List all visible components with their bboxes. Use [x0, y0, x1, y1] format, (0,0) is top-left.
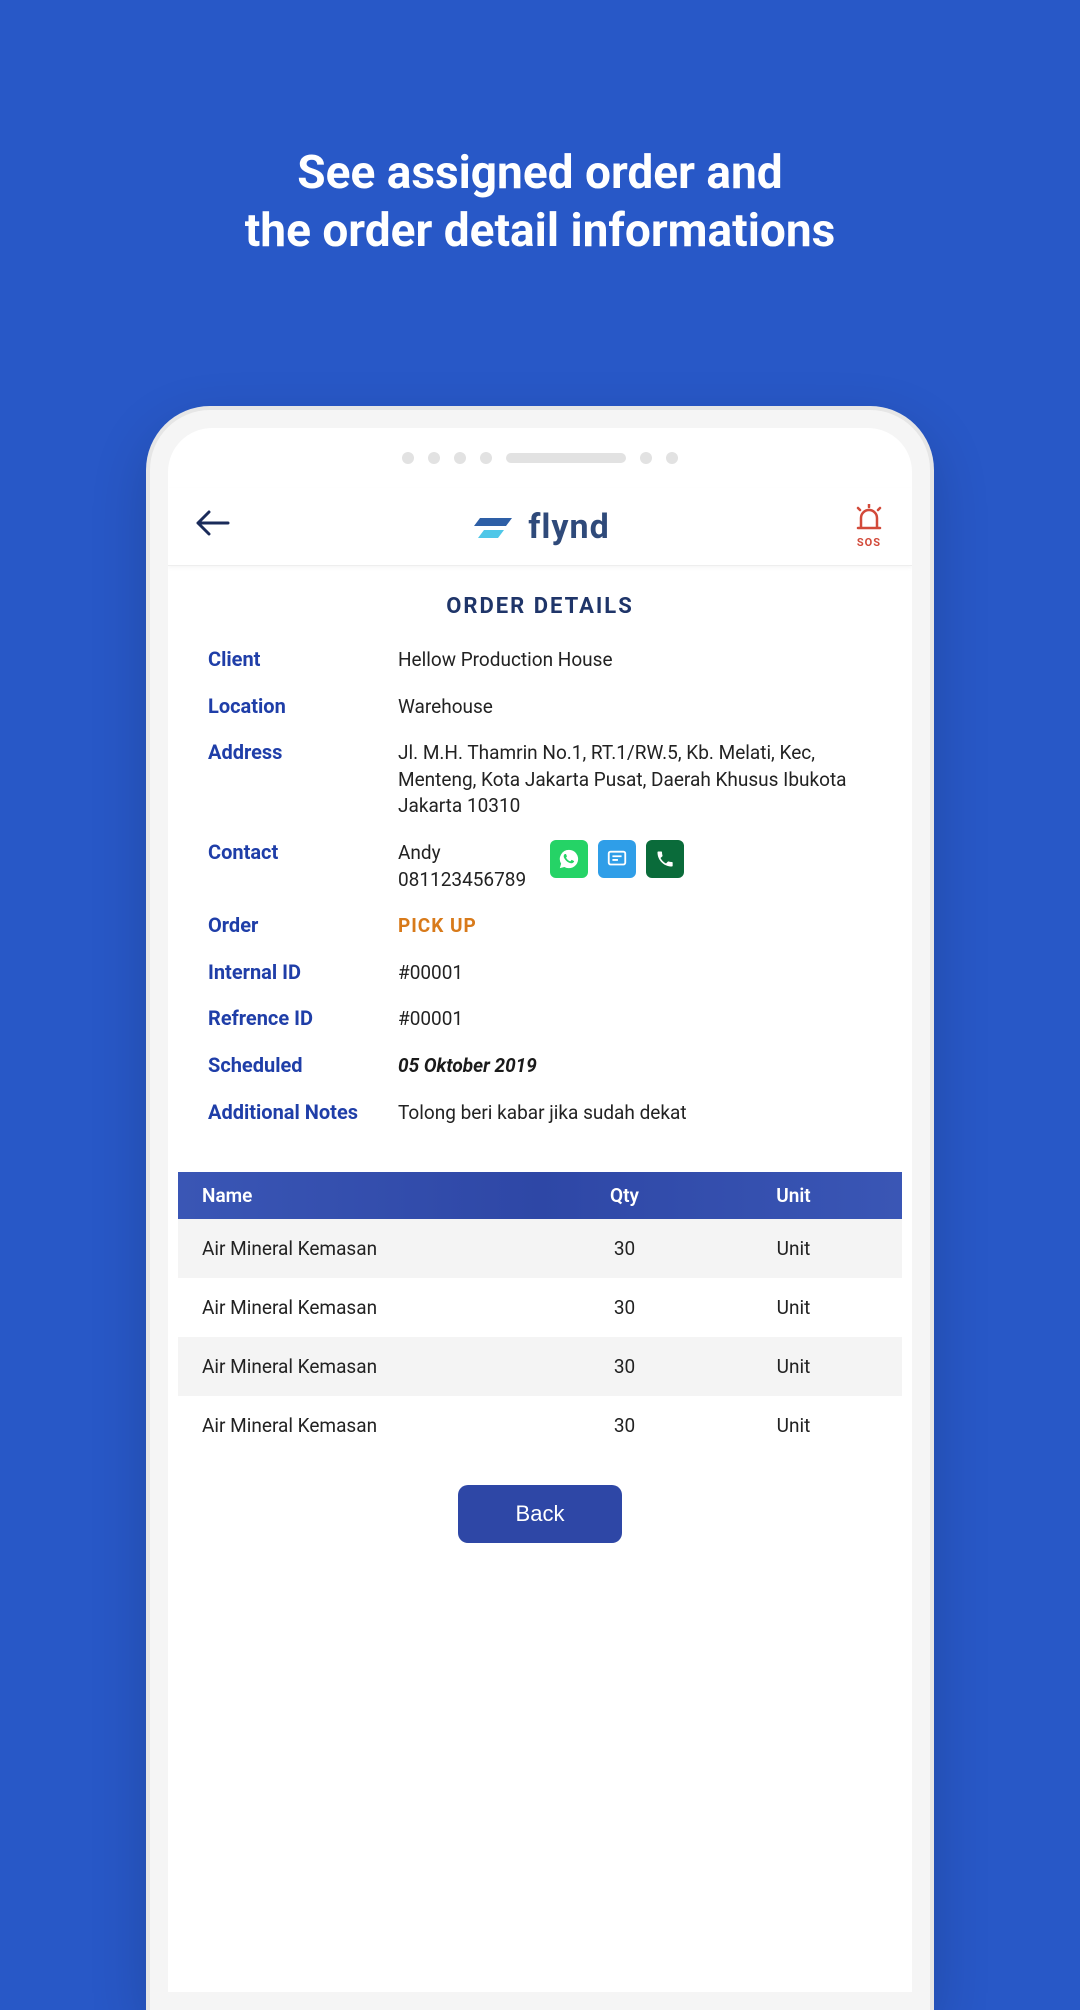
row-notes: Additional Notes Tolong beri kabar jika … — [208, 1090, 872, 1137]
table-row: Air Mineral Kemasan30Unit — [178, 1396, 902, 1455]
sos-button[interactable]: SOS — [854, 504, 884, 549]
promo-heading: See assigned order and the order detail … — [0, 145, 1080, 260]
alarm-icon — [854, 504, 884, 534]
sos-label: SOS — [857, 536, 881, 549]
items-table: Name Qty Unit Air Mineral Kemasan30UnitA… — [168, 1172, 912, 1455]
cell-unit: Unit — [709, 1355, 878, 1378]
value-internal-id: #00001 — [398, 960, 463, 987]
label-contact: Contact — [208, 840, 398, 893]
cell-qty: 30 — [540, 1237, 709, 1260]
phone-screen: flynd SOS ORDER DETAILS Client Hellow Pr… — [168, 428, 912, 1992]
value-contact: Andy 081123456789 — [398, 840, 684, 893]
col-header-name: Name — [202, 1184, 540, 1207]
value-client: Hellow Production House — [398, 647, 613, 674]
value-order-type: PICK UP — [398, 913, 477, 940]
row-client: Client Hellow Production House — [208, 637, 872, 684]
cell-unit: Unit — [709, 1414, 878, 1437]
value-scheduled: 05 Oktober 2019 — [398, 1053, 537, 1080]
row-location: Location Warehouse — [208, 684, 872, 731]
label-client: Client — [208, 647, 398, 674]
message-icon[interactable] — [598, 840, 636, 878]
cell-qty: 30 — [540, 1414, 709, 1437]
row-contact: Contact Andy 081123456789 — [208, 830, 872, 903]
contact-phone: 081123456789 — [398, 867, 526, 894]
cell-unit: Unit — [709, 1296, 878, 1319]
cell-name: Air Mineral Kemasan — [202, 1414, 540, 1437]
col-header-unit: Unit — [709, 1184, 878, 1207]
contact-actions — [550, 840, 684, 878]
col-header-qty: Qty — [540, 1184, 709, 1207]
row-reference-id: Refrence ID #00001 — [208, 996, 872, 1043]
value-address: Jl. M.H. Thamrin No.1, RT.1/RW.5, Kb. Me… — [398, 740, 872, 820]
cell-name: Air Mineral Kemasan — [202, 1296, 540, 1319]
row-scheduled: Scheduled 05 Oktober 2019 — [208, 1043, 872, 1090]
back-button[interactable]: Back — [458, 1485, 623, 1543]
cell-qty: 30 — [540, 1355, 709, 1378]
cell-unit: Unit — [709, 1237, 878, 1260]
value-location: Warehouse — [398, 694, 493, 721]
table-row: Air Mineral Kemasan30Unit — [178, 1337, 902, 1396]
page-title: ORDER DETAILS — [168, 566, 912, 637]
table-row: Air Mineral Kemasan30Unit — [178, 1278, 902, 1337]
label-notes: Additional Notes — [208, 1100, 398, 1127]
label-scheduled: Scheduled — [208, 1053, 398, 1080]
label-address: Address — [208, 740, 398, 820]
phone-frame: flynd SOS ORDER DETAILS Client Hellow Pr… — [150, 410, 930, 2010]
table-row: Air Mineral Kemasan30Unit — [178, 1219, 902, 1278]
cell-name: Air Mineral Kemasan — [202, 1355, 540, 1378]
back-arrow-icon[interactable] — [196, 509, 230, 544]
row-order: Order PICK UP — [208, 903, 872, 950]
phone-sensor-bar — [168, 428, 912, 488]
brand-logo-block: flynd — [474, 507, 609, 547]
whatsapp-icon[interactable] — [550, 840, 588, 878]
row-internal-id: Internal ID #00001 — [208, 950, 872, 997]
promo-line1: See assigned order and — [40, 145, 1040, 203]
value-reference-id: #00001 — [398, 1006, 463, 1033]
label-order: Order — [208, 913, 398, 940]
brand-mark-icon — [474, 510, 518, 544]
app-header: flynd SOS — [168, 488, 912, 566]
label-location: Location — [208, 694, 398, 721]
cell-name: Air Mineral Kemasan — [202, 1237, 540, 1260]
phone-icon[interactable] — [646, 840, 684, 878]
row-address: Address Jl. M.H. Thamrin No.1, RT.1/RW.5… — [208, 730, 872, 830]
label-reference-id: Refrence ID — [208, 1006, 398, 1033]
items-body: Air Mineral Kemasan30UnitAir Mineral Kem… — [178, 1219, 902, 1455]
label-internal-id: Internal ID — [208, 960, 398, 987]
items-header-row: Name Qty Unit — [178, 1172, 902, 1219]
promo-line2: the order detail informations — [40, 203, 1040, 261]
value-notes: Tolong beri kabar jika sudah dekat — [398, 1100, 687, 1127]
order-details: Client Hellow Production House Location … — [168, 637, 912, 1136]
contact-name: Andy — [398, 840, 526, 867]
brand-name: flynd — [528, 507, 609, 547]
cell-qty: 30 — [540, 1296, 709, 1319]
